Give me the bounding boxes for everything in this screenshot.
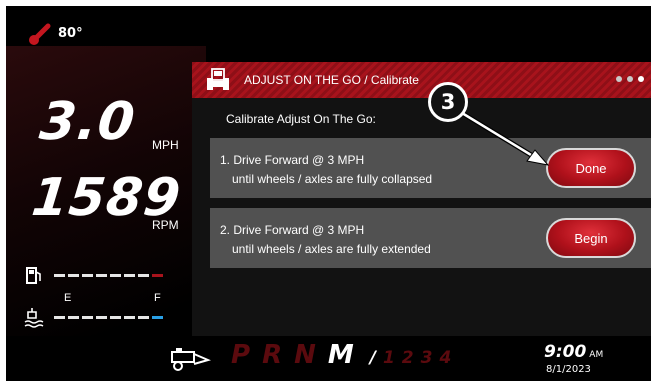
level-segment	[124, 315, 135, 319]
fuel-gauge	[24, 264, 163, 286]
gear-ranges: / 1 2 3 4	[370, 348, 452, 368]
panel-header: ADJUST ON THE GO / Calibrate	[192, 62, 651, 98]
calibration-step-1: 1. Drive Forward @ 3 MPH until wheels / …	[210, 138, 651, 198]
temperature-indicator: 80°	[28, 20, 83, 46]
level-segment	[82, 315, 93, 319]
begin-button[interactable]: Begin	[546, 218, 636, 258]
speed-value: 3.0	[36, 92, 139, 152]
clock: 9:00 AM 8/1/2023	[544, 342, 604, 375]
calibration-panel: ADJUST ON THE GO / Calibrate Calibrate A…	[192, 62, 651, 336]
thermometer-icon	[29, 23, 51, 45]
range-3: 3	[420, 348, 433, 368]
step-2-title: 2. Drive Forward @ 3 MPH	[220, 223, 365, 237]
calibration-step-2: 2. Drive Forward @ 3 MPH until wheels / …	[210, 208, 651, 268]
step-1-title: 1. Drive Forward @ 3 MPH	[220, 153, 365, 167]
gear-n: N	[294, 340, 316, 370]
callout-marker: 3	[428, 82, 468, 122]
level-segment	[110, 315, 121, 319]
level-segment	[82, 273, 93, 277]
done-button[interactable]: Done	[546, 148, 636, 188]
fluid-level-icon	[24, 308, 44, 328]
fuel-pump-icon	[26, 267, 41, 284]
level-segment	[54, 315, 65, 319]
fuel-empty-label: E	[64, 292, 72, 304]
rpm-unit: RPM	[152, 218, 179, 232]
range-1: 1	[382, 348, 395, 368]
speed-unit: MPH	[152, 138, 179, 152]
step-2-text: 2. Drive Forward @ 3 MPH until wheels / …	[220, 221, 431, 259]
bottom-status-bar: P R N M / 1 2 3 4 9:00 AM 8/1/2023	[6, 336, 651, 381]
level-segment	[138, 315, 149, 319]
step-1-text: 1. Drive Forward @ 3 MPH until wheels / …	[220, 151, 432, 189]
level-segment	[96, 273, 107, 277]
gear-p: P	[231, 340, 251, 370]
fluid-level-bar	[54, 315, 163, 319]
level-segment	[152, 273, 163, 277]
level-segment	[96, 315, 107, 319]
gear-r: R	[262, 340, 283, 370]
temperature-value: 80°	[58, 25, 83, 41]
level-segment	[68, 273, 79, 277]
clock-time: 9:00	[544, 342, 587, 362]
level-segment	[54, 273, 65, 277]
sprayer-vehicle-icon	[207, 68, 229, 90]
page-indicator[interactable]	[616, 76, 644, 82]
fuel-level-bar	[54, 273, 163, 277]
transmission-icon	[171, 348, 211, 371]
level-segment	[110, 273, 121, 277]
step-2-detail: until wheels / axles are fully extended	[232, 242, 431, 256]
fuel-full-label: F	[154, 292, 161, 304]
page-dot[interactable]	[616, 76, 622, 82]
fluid-gauge	[24, 306, 163, 328]
level-segment	[138, 273, 149, 277]
clock-ampm: AM	[589, 350, 604, 360]
page-dot[interactable]	[627, 76, 633, 82]
gear-m: M	[327, 340, 354, 370]
range-2: 2	[401, 348, 414, 368]
page-dot[interactable]	[638, 76, 644, 82]
range-4: 4	[439, 348, 452, 368]
panel-subtitle: Calibrate Adjust On The Go:	[226, 112, 376, 126]
step-1-detail: until wheels / axles are fully collapsed	[232, 172, 433, 186]
level-segment	[124, 273, 135, 277]
range-separator: /	[369, 348, 376, 368]
panel-title: ADJUST ON THE GO / Calibrate	[244, 73, 419, 87]
level-segment	[68, 315, 79, 319]
display-screen: 80° 3.0 MPH 1589 RPM E F ADJUST ON THE G…	[6, 6, 651, 381]
gear-selector: P R N M / 1 2 3 4	[231, 340, 451, 370]
level-segment	[152, 315, 163, 319]
clock-date: 8/1/2023	[546, 364, 591, 375]
